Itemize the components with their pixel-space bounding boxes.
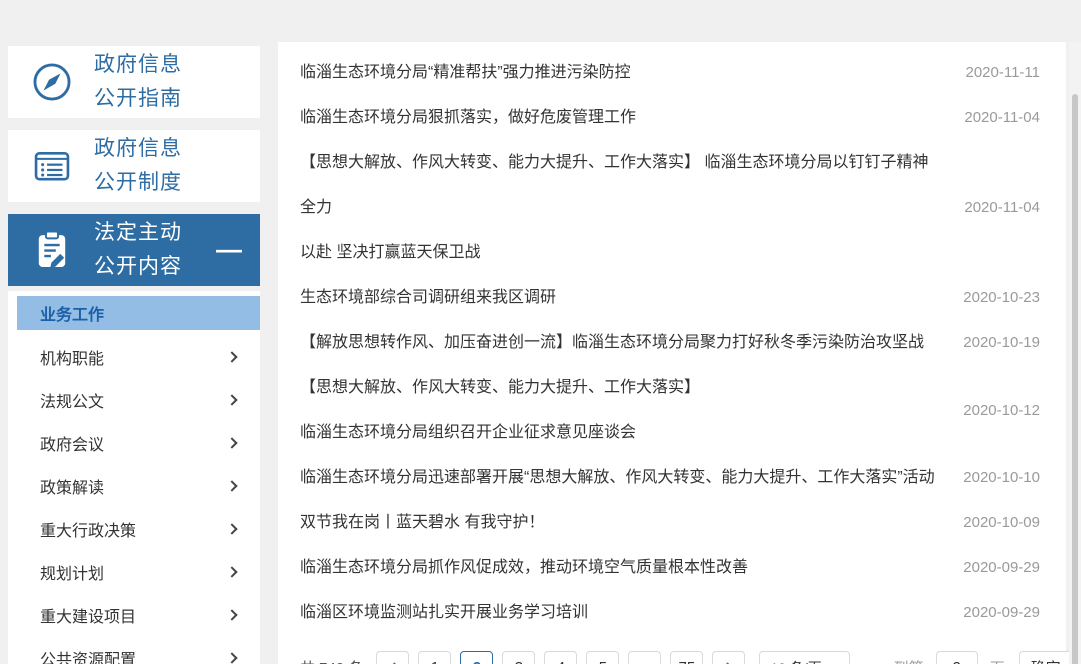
submenu-item[interactable]: 重大建设项目 <box>8 593 260 636</box>
chevron-right-icon <box>226 565 238 578</box>
pagination-page-label: ... <box>637 659 653 664</box>
pagination-page-label: 5 <box>599 659 607 664</box>
news-row: 临淄生态环境分局狠抓落实，做好危废管理工作 2020-11-04 <box>300 95 1040 140</box>
page-size-select[interactable]: 10 条/页 ▼ <box>759 651 850 664</box>
news-date: 2020-09-29 <box>963 604 1040 621</box>
news-row: 【思想大解放、作风大转变、能力大提升、工作大落实】 临淄生态环境分局以钉钉子精神… <box>300 140 1040 275</box>
news-row: 生态环境部综合司调研组来我区调研 2020-10-23 <box>300 275 1040 320</box>
submenu-item-label: 重大行政决策 <box>40 522 137 540</box>
sidebar: 政府信息 公开指南 政府信息 公开制度 法定主动 公开内容 — 业务工作 机构职… <box>8 46 260 664</box>
compass-icon <box>30 60 74 104</box>
pagination-bar: 共 749 条 1 2 3 4 <box>300 651 1073 664</box>
sidebar-item-label: 法定主动 公开内容 <box>94 221 182 278</box>
sidebar-item-label: 政府信息 公开制度 <box>94 137 182 194</box>
pagination-page-button[interactable]: ... <box>628 651 662 664</box>
submenu-item-label: 公共资源配置 <box>40 651 137 664</box>
chevron-right-icon <box>226 522 238 535</box>
submenu-item[interactable]: 业务工作 <box>17 296 260 330</box>
submenu-item-label: 业务工作 <box>40 307 105 324</box>
chevron-right-icon <box>226 436 238 449</box>
clipboard-pencil-icon <box>30 228 74 272</box>
news-row: 临淄生态环境分局“精准帮扶”强力推进污染防控 2020-11-11 <box>300 50 1040 95</box>
document-list-icon <box>30 144 74 188</box>
news-list: 临淄生态环境分局“精准帮扶”强力推进污染防控 2020-11-11 临淄生态环境… <box>300 50 1040 635</box>
submenu-item-label: 政策解读 <box>40 479 105 497</box>
news-date: 2020-10-10 <box>963 469 1040 486</box>
sidebar-item-label: 政府信息 公开指南 <box>94 53 182 110</box>
goto-page-input[interactable] <box>935 651 978 664</box>
goto-suffix-label: 页 <box>990 657 1005 664</box>
sidebar-item-disclosure-system[interactable]: 政府信息 公开制度 <box>8 130 260 202</box>
page-size-label: 10 条/页 <box>770 658 821 664</box>
submenu-item-label: 法规公文 <box>40 393 105 411</box>
news-row: 临淄生态环境分局抓作风促成效，推动环境空气质量根本性改善 2020-09-29 <box>300 545 1040 590</box>
chevron-right-icon <box>226 479 238 492</box>
submenu-item[interactable]: 法规公文 <box>8 378 260 421</box>
news-title-link[interactable]: 临淄区环境监测站扎实开展业务学习培训 <box>300 590 940 635</box>
submenu-item[interactable]: 政府会议 <box>8 421 260 464</box>
pagination-page-button[interactable]: 4 <box>544 651 578 664</box>
pagination-page-label: 75 <box>679 659 696 664</box>
pagination-page-button[interactable]: 2 <box>460 651 494 664</box>
submenu-item-label: 政府会议 <box>40 436 105 454</box>
goto-page-group: 到第 页 确定 <box>894 651 1073 664</box>
news-date: 2020-09-29 <box>963 559 1040 576</box>
confirm-button[interactable]: 确定 <box>1018 651 1073 664</box>
submenu-item[interactable]: 公共资源配置 <box>8 636 260 664</box>
news-title-link[interactable]: 临淄生态环境分局“精准帮扶”强力推进污染防控 <box>300 50 940 95</box>
news-row: 【解放思想转作风、加压奋进创一流】临淄生态环境分局聚力打好秋冬季污染防治攻坚战 … <box>300 320 1040 365</box>
submenu-item-label: 重大建设项目 <box>40 608 137 626</box>
news-date: 2020-11-11 <box>965 64 1040 81</box>
page: 政府信息 公开指南 政府信息 公开制度 法定主动 公开内容 — 业务工作 机构职… <box>0 0 1081 664</box>
news-date: 2020-10-23 <box>963 289 1040 306</box>
news-title-link[interactable]: 【思想大解放、作风大转变、能力大提升、工作大落实】 临淄生态环境分局组织召开企业… <box>300 365 940 455</box>
submenu-item-label: 机构职能 <box>40 350 105 368</box>
scrollbar-thumb[interactable] <box>1072 94 1078 664</box>
sidebar-submenu: 业务工作 机构职能 法规公文 政府会议 政策解读 重大行政决策 规划计划 重大建… <box>8 291 260 664</box>
news-date: 2020-10-09 <box>963 514 1040 531</box>
news-title-link[interactable]: 生态环境部综合司调研组来我区调研 <box>300 275 940 320</box>
news-date: 2020-10-19 <box>963 334 1040 351</box>
sidebar-item-statutory-disclosure[interactable]: 法定主动 公开内容 — <box>8 214 260 286</box>
news-date: 2020-11-04 <box>964 109 1040 126</box>
chevron-right-icon <box>226 393 238 406</box>
news-row: 双节我在岗丨蓝天碧水 有我守护！ 2020-10-09 <box>300 500 1040 545</box>
pagination-page-button[interactable]: 75 <box>670 651 704 664</box>
news-panel: 临淄生态环境分局“精准帮扶”强力推进污染防控 2020-11-11 临淄生态环境… <box>278 42 1073 664</box>
news-row: 临淄区环境监测站扎实开展业务学习培训 2020-09-29 <box>300 590 1040 635</box>
news-row: 临淄生态环境分局迅速部署开展“思想大解放、作风大转变、能力大提升、工作大落实”活… <box>300 455 1040 500</box>
news-title-link[interactable]: 双节我在岗丨蓝天碧水 有我守护！ <box>300 500 940 545</box>
chevron-right-icon <box>226 350 238 363</box>
pagination-page-label: 1 <box>431 659 439 664</box>
news-title-link[interactable]: 【解放思想转作风、加压奋进创一流】临淄生态环境分局聚力打好秋冬季污染防治攻坚战 <box>300 320 940 365</box>
news-title-link[interactable]: 临淄生态环境分局狠抓落实，做好危废管理工作 <box>300 95 940 140</box>
submenu-item[interactable]: 重大行政决策 <box>8 507 260 550</box>
goto-prefix-label: 到第 <box>894 657 924 664</box>
pagination-page-button[interactable]: 3 <box>502 651 536 664</box>
total-count-label: 共 749 条 <box>300 657 363 664</box>
submenu-item-label: 规划计划 <box>40 565 105 583</box>
pagination-page-button[interactable]: 5 <box>586 651 620 664</box>
news-title-link[interactable]: 【思想大解放、作风大转变、能力大提升、工作大落实】 临淄生态环境分局以钉钉子精神… <box>300 140 940 275</box>
news-date: 2020-11-04 <box>964 199 1040 216</box>
collapse-minus-icon[interactable]: — <box>216 236 242 262</box>
pagination-page-button[interactable]: 1 <box>418 651 452 664</box>
submenu-item[interactable]: 规划计划 <box>8 550 260 593</box>
submenu-item[interactable]: 政策解读 <box>8 464 260 507</box>
pagination-next-button[interactable] <box>712 651 746 664</box>
pagination-page-label: 4 <box>557 659 565 664</box>
news-row: 【思想大解放、作风大转变、能力大提升、工作大落实】 临淄生态环境分局组织召开企业… <box>300 365 1040 455</box>
chevron-right-icon <box>226 651 238 664</box>
news-title-link[interactable]: 临淄生态环境分局抓作风促成效，推动环境空气质量根本性改善 <box>300 545 940 590</box>
submenu-item[interactable]: 机构职能 <box>8 335 260 378</box>
scrollbar-track[interactable] <box>1069 42 1081 664</box>
pagination-page-label: 2 <box>473 659 481 664</box>
news-title-link[interactable]: 临淄生态环境分局迅速部署开展“思想大解放、作风大转变、能力大提升、工作大落实”活… <box>300 455 940 500</box>
pagination-page-label: 3 <box>515 659 523 664</box>
chevron-right-icon <box>226 608 238 621</box>
sidebar-item-disclosure-guide[interactable]: 政府信息 公开指南 <box>8 46 260 118</box>
pagination-prev-button[interactable] <box>376 651 410 664</box>
news-date: 2020-10-12 <box>963 401 1040 419</box>
